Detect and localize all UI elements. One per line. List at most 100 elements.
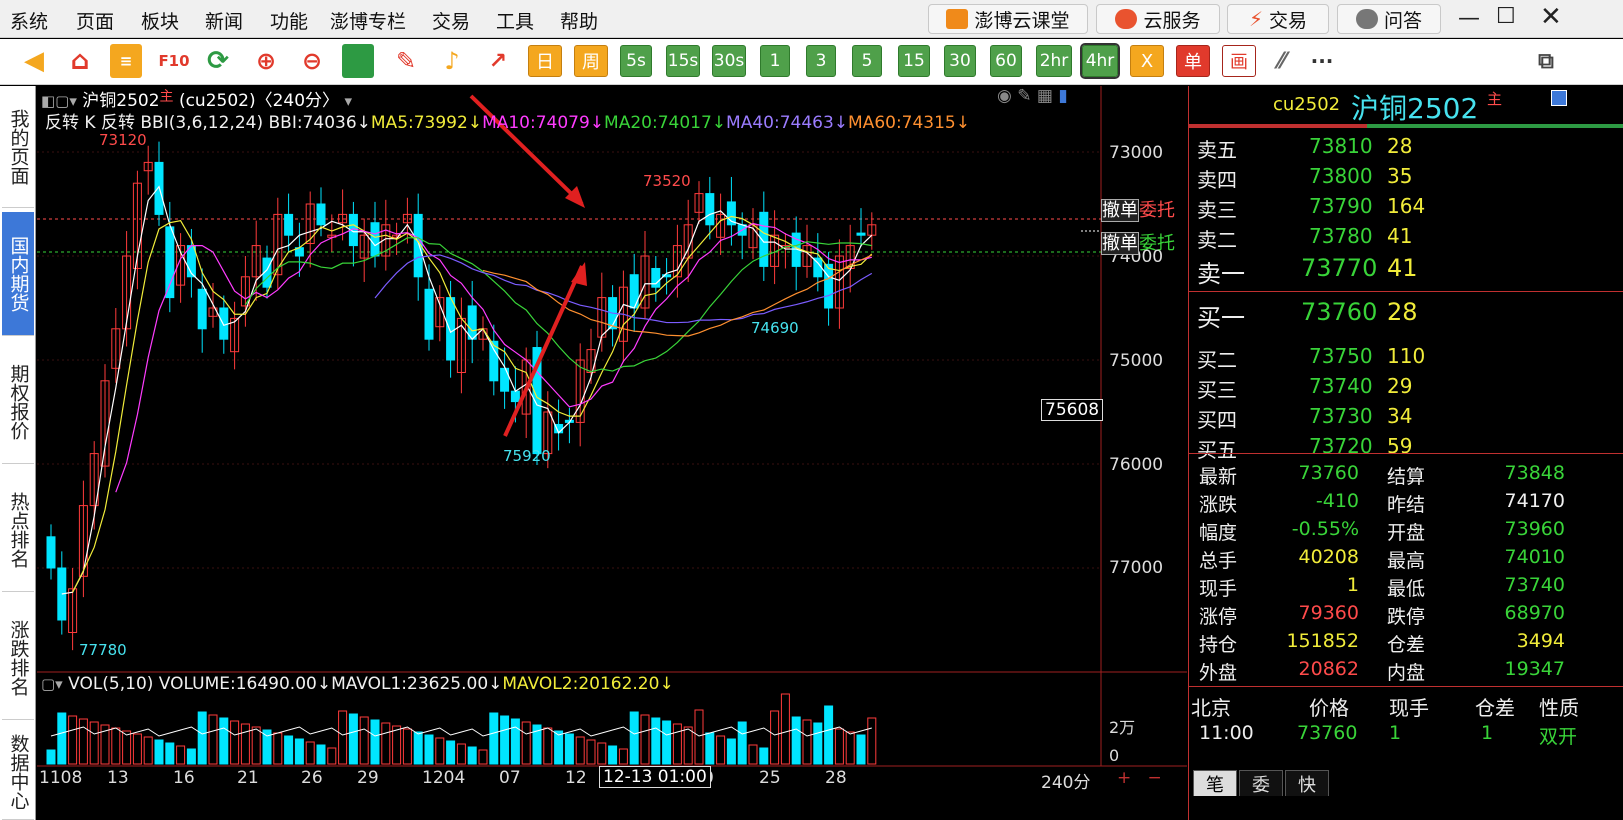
line-tool-icon[interactable]: ⁄⁄ [1266,44,1298,78]
volume-bar [338,710,348,765]
period-30s[interactable]: 30s [712,45,746,77]
zoom-out-icon[interactable]: ⊖ [296,44,328,78]
ask-volume: 41 [1387,254,1418,282]
note-icon[interactable]: ≡ [110,44,142,78]
menu-column[interactable]: 澎博专栏 [330,7,406,34]
ask-row[interactable]: 卖二 73780 41 [1197,224,1612,254]
volume-bar [597,742,607,765]
time-tick: 28 [825,768,847,788]
menu-function[interactable]: 功能 [270,7,308,34]
zoom-controls[interactable]: + − [1117,768,1162,788]
bell-icon[interactable]: ♪ [436,44,468,78]
qa-button[interactable]: 问答 [1337,4,1441,34]
period-15[interactable]: 15 [898,45,930,77]
pen-icon[interactable]: ✎ [390,44,422,78]
period-day[interactable]: 日 [528,45,562,77]
menu-sector[interactable]: 板块 [141,7,179,34]
sidebar-item-change-rank[interactable]: 涨跌排名 [2,596,34,720]
ask-label: 卖三 [1197,198,1237,222]
stat-value: -0.55% [1291,518,1359,540]
eye-icon[interactable]: ◉ [997,86,1012,106]
refresh-icon[interactable]: ⟳ [202,44,234,78]
volume-controls-icon[interactable]: ▢▾ [41,675,63,693]
cloud-button[interactable]: 云服务 [1096,4,1220,34]
kline-chart-area[interactable]: ◧▢▾ 沪铜2502主 (cu2502)〈240分〉 ▾ ◉ ✎ ▦ ▮ 反转 … [37,86,1187,820]
ask-row[interactable]: 卖五 73810 28 [1197,134,1612,164]
period-4hr[interactable]: 4hr [1080,43,1120,79]
close-icon[interactable]: ✕ [1540,2,1562,32]
sidebar-item-domestic-futures[interactable]: 国内期货 [2,212,34,336]
cancel-order-label[interactable]: 撤单 [1101,199,1139,222]
more-button[interactable]: ··· [1306,44,1338,78]
ask-row[interactable]: 卖四 73800 35 [1197,164,1612,194]
window-icon[interactable] [342,44,374,78]
bottom-tab[interactable]: 委 [1239,770,1283,796]
bottom-tab[interactable]: 笔 [1193,770,1237,796]
course-icon [946,9,969,29]
bid-label: 买二 [1197,348,1237,372]
volume-bar [284,735,294,765]
candle-body [446,297,456,361]
bid-label: 买一 [1197,304,1245,332]
sidebar-item-data-center[interactable]: 数据中心 [2,724,34,820]
menu-system[interactable]: 系统 [10,7,48,34]
period-5s[interactable]: 5s [620,45,652,77]
sidebar-item-my-page[interactable]: 我的页面 [2,86,34,208]
course-button[interactable]: 澎博云课堂 [928,4,1088,34]
bid-row[interactable]: 买一 73760 28 [1197,298,1612,332]
period-5[interactable]: 5 [852,45,882,77]
sidebar-item-options[interactable]: 期权报价 [2,340,34,464]
back-icon[interactable]: ◀ [18,44,50,78]
trade-cell: 1 [1481,722,1494,744]
period-3[interactable]: 3 [806,45,836,77]
panel-toggle-icon[interactable] [1551,90,1567,106]
bid-row[interactable]: 买二 73750 110 [1197,344,1612,374]
volume-bar [759,747,769,765]
maximize-icon[interactable]: ☐ [1496,4,1516,29]
bottom-tab[interactable]: 快 [1285,770,1329,796]
period-60[interactable]: 60 [990,45,1022,77]
menu-help[interactable]: 帮助 [560,7,598,34]
bid-row[interactable]: 买五 73720 59 [1197,434,1612,464]
x-button[interactable]: X [1130,45,1164,77]
cursor-time-label: 12-13 01:00 [599,766,711,788]
bid-row[interactable]: 买四 73730 34 [1197,404,1612,434]
quote-code: cu2502 [1273,94,1341,115]
draw-button[interactable]: 画 [1222,45,1256,77]
candle-body [284,213,294,236]
zoom-in-icon[interactable]: ⊕ [250,44,282,78]
sidebar-item-hot-rank[interactable]: 热点排名 [2,468,34,592]
trade-button[interactable]: ⚡ 交易 [1227,4,1329,34]
period-2hr[interactable]: 2hr [1036,45,1072,77]
volume-bar [251,726,261,765]
trend-icon[interactable]: ↗ [482,44,514,78]
candle-body [510,390,520,403]
ask-row[interactable]: 卖三 73790 164 [1197,194,1612,224]
period-30[interactable]: 30 [944,45,976,77]
order-marker-buy[interactable]: 撤单委托 [1101,229,1175,255]
ask-row[interactable]: 卖一 73770 41 [1197,254,1612,288]
layout-icon[interactable]: ⧉ [1530,44,1562,78]
cancel-order-label[interactable]: 撤单 [1101,232,1139,255]
menu-trade[interactable]: 交易 [432,7,470,34]
menu-page[interactable]: 页面 [76,7,114,34]
kline-chart[interactable] [37,86,1187,820]
period-week[interactable]: 周 [574,45,608,77]
indicator-ma40: MA40:74463↓ [726,113,849,133]
order-marker-sell[interactable]: 撤单委托 [1101,196,1175,222]
menu-news[interactable]: 新闻 [205,7,243,34]
period-15s[interactable]: 15s [666,45,700,77]
volume-bar [392,725,402,765]
panel-toggle-icon[interactable]: ▮ [1058,86,1067,106]
period-1[interactable]: 1 [760,45,790,77]
menu-tools[interactable]: 工具 [496,7,534,34]
order-button[interactable]: 单 [1176,45,1210,77]
home-icon[interactable]: ⌂ [64,44,96,78]
f10-button[interactable]: F10 [156,44,192,78]
grid-icon[interactable]: ▦ [1037,86,1053,106]
bid-row[interactable]: 买三 73740 29 [1197,374,1612,404]
minimize-icon[interactable]: — [1458,6,1480,31]
edit-icon[interactable]: ✎ [1017,86,1031,106]
cloud-icon [1115,9,1138,29]
candle-body [424,288,434,340]
